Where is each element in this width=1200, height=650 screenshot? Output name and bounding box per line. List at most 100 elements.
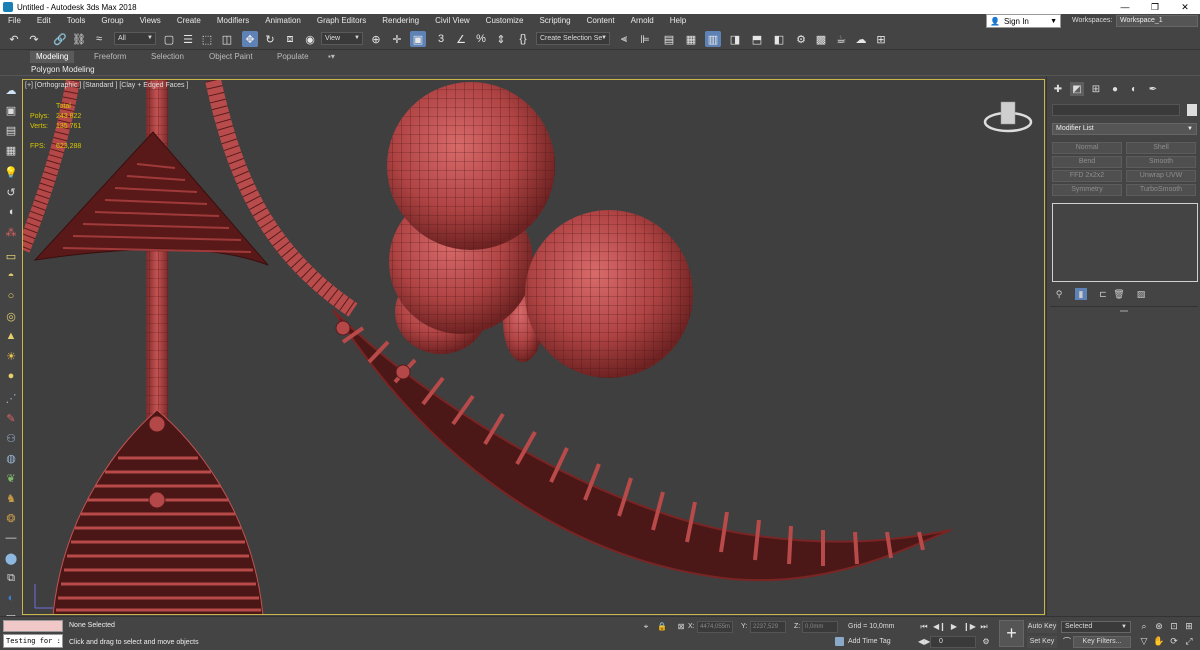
window-crossing-icon[interactable]: ◫ (219, 31, 235, 47)
render-iterative-icon[interactable]: ☁ (853, 31, 869, 47)
manipulate-icon[interactable]: ✛ (389, 31, 405, 47)
globe-icon[interactable]: ◍ (3, 450, 19, 466)
display-tab-icon[interactable]: ◐ (1127, 82, 1141, 96)
go-to-end-icon[interactable]: ⏭ (978, 622, 990, 632)
field-of-view-icon[interactable]: ▽ (1138, 635, 1150, 647)
edit-named-selection-icon[interactable]: {} (515, 31, 531, 47)
menu-scripting[interactable]: Scripting (531, 14, 578, 28)
menu-views[interactable]: Views (132, 14, 169, 28)
image-icon[interactable]: ▣ (3, 102, 19, 118)
reference-coordinate-dropdown[interactable]: View ▼ (321, 32, 363, 45)
select-by-name-icon[interactable]: ☰ (180, 31, 196, 47)
render-cloud-icon[interactable]: ⊞ (873, 31, 889, 47)
curved-stem[interactable] (205, 80, 358, 317)
ribbon-toggle-icon[interactable]: ▥ (705, 31, 721, 47)
show-end-result-icon[interactable]: ▮ (1075, 288, 1087, 300)
select-and-rotate-icon[interactable]: ↻ (262, 31, 278, 47)
modifier-smooth-button[interactable]: Smooth (1126, 156, 1196, 168)
tab-modeling[interactable]: Modeling (30, 51, 75, 63)
close-button[interactable]: ✕ (1170, 0, 1200, 14)
robot-icon[interactable]: ⚇ (3, 430, 19, 446)
key-mode-icon[interactable]: ◀▶ (918, 637, 930, 647)
z-coord-input[interactable]: 0,0mm (802, 621, 838, 633)
menu-animation[interactable]: Animation (257, 14, 309, 28)
modifier-ffd-button[interactable]: FFD 2x2x2 (1052, 170, 1122, 182)
menu-edit[interactable]: Edit (29, 14, 59, 28)
hierarchy-tab-icon[interactable]: ⊞ (1089, 82, 1103, 96)
pivot-center-icon[interactable]: ⊕ (368, 31, 384, 47)
spinner-snap-icon[interactable]: ⇕ (493, 31, 509, 47)
zoom-extents-all-icon[interactable]: ⊞ (1183, 620, 1195, 632)
paint-icon[interactable]: ✎ (3, 410, 19, 426)
modifier-turbosmooth-button[interactable]: TurboSmooth (1126, 184, 1196, 196)
schematic-view-icon[interactable]: ⬒ (749, 31, 765, 47)
key-selection-dropdown[interactable]: Selected ▼ (1061, 621, 1131, 633)
select-and-move-icon[interactable]: ✥ (242, 31, 258, 47)
make-unique-icon[interactable]: ⊏ (1097, 288, 1109, 300)
circle-icon[interactable]: ● (3, 368, 19, 384)
toggle-icon[interactable]: ◐ (3, 590, 19, 606)
zoom-extents-icon[interactable]: ⊡ (1168, 620, 1180, 632)
unlink-icon[interactable]: ⛓ (71, 31, 87, 47)
curve-editor-icon[interactable]: ◨ (727, 31, 743, 47)
modifier-shell-button[interactable]: Shell (1126, 142, 1196, 154)
cone-icon[interactable]: ▲ (3, 328, 19, 344)
plant-icon[interactable]: ❦ (3, 470, 19, 486)
zoom-all-icon[interactable]: ⊛ (1153, 620, 1165, 632)
time-config-icon[interactable]: ⚙ (980, 637, 992, 647)
polygon-modeling-label[interactable]: Polygon Modeling (31, 64, 95, 76)
maximize-button[interactable]: ❐ (1140, 0, 1170, 14)
particles-icon[interactable]: ⁂ (3, 224, 19, 240)
copy-icon[interactable]: ⧉ (3, 570, 19, 586)
menu-civil-view[interactable]: Civil View (427, 14, 478, 28)
angle-snap-icon[interactable]: ∠ (453, 31, 469, 47)
rendered-frame-window-icon[interactable]: ▩ (813, 31, 829, 47)
box-icon[interactable]: ▭ (3, 248, 19, 264)
absolute-mode-icon[interactable]: ⊠ (675, 622, 687, 632)
scene-icon[interactable]: ☁ (3, 82, 19, 98)
remove-modifier-icon[interactable]: 🗑 (1113, 288, 1125, 300)
tab-selection[interactable]: Selection (145, 51, 190, 63)
pin-stack-icon[interactable]: ⚲ (1053, 288, 1065, 300)
layer-explorer-icon[interactable]: ▦ (683, 31, 699, 47)
rotate-icon[interactable]: ↺ (3, 184, 19, 200)
dome-icon[interactable]: ◓ (3, 268, 19, 284)
character-icon[interactable]: ♞ (3, 490, 19, 506)
menu-tools[interactable]: Tools (59, 14, 94, 28)
menu-customize[interactable]: Customize (478, 14, 532, 28)
object-name-input[interactable] (1052, 104, 1180, 116)
key-filters-button[interactable]: Key Filters... (1073, 636, 1131, 648)
minimize-button[interactable]: — (1110, 0, 1140, 14)
tab-populate[interactable]: Populate (271, 51, 315, 63)
select-and-scale-icon[interactable]: ⧈ (282, 31, 298, 47)
previous-frame-icon[interactable]: ◀❙ (933, 622, 946, 632)
render-setup-icon[interactable]: ⚙ (793, 31, 809, 47)
redo-icon[interactable]: ↷ (26, 31, 42, 47)
panel-grip[interactable] (1120, 310, 1128, 312)
modifier-normal-button[interactable]: Normal (1052, 142, 1122, 154)
add-time-tag-button[interactable]: Add Time Tag (835, 637, 891, 646)
selection-lock-icon[interactable]: 🔒 (656, 622, 668, 632)
torus-icon[interactable]: ◎ (3, 308, 19, 324)
ribbon-options-icon[interactable]: ▪▾ (322, 51, 341, 63)
snaps-toggle-icon[interactable]: 3 (433, 31, 449, 47)
select-object-icon[interactable]: ▢ (161, 31, 177, 47)
viewcube-icon[interactable] (983, 100, 1033, 136)
maximize-viewport-icon[interactable]: ⤢ (1183, 635, 1195, 647)
menu-content[interactable]: Content (579, 14, 623, 28)
menu-arnold[interactable]: Arnold (623, 14, 662, 28)
set-key-button[interactable]: Set Key (1027, 636, 1057, 648)
sphere-icon[interactable]: ○ (3, 288, 19, 304)
maxscript-input[interactable]: Testing for : (3, 634, 63, 648)
utilities-tab-icon[interactable]: ✒ (1146, 82, 1160, 96)
auto-key-button[interactable]: Auto Key (1027, 621, 1057, 633)
selection-filter-dropdown[interactable]: All ▼ (114, 32, 156, 45)
modifier-bend-button[interactable]: Bend (1052, 156, 1122, 168)
select-and-place-icon[interactable]: ◉ (302, 31, 318, 47)
link-icon[interactable]: 🔗 (52, 31, 68, 47)
material-icon[interactable]: ❂ (3, 510, 19, 526)
modifier-unwrap-uvw-button[interactable]: Unwrap UVW (1126, 170, 1196, 182)
menu-file[interactable]: File (0, 14, 29, 28)
undo-icon[interactable]: ↶ (6, 31, 22, 47)
document-icon[interactable]: ▤ (3, 122, 19, 138)
